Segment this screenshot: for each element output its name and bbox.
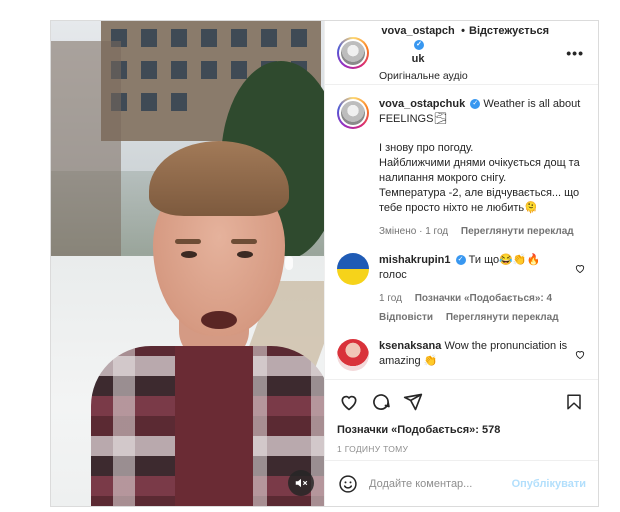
mute-toggle-button[interactable] [288, 470, 314, 496]
caption-avatar[interactable] [337, 97, 369, 129]
comment-item: ksenaksana Wow the pronunciation is amaz… [337, 339, 586, 371]
comment-time: 1 год [379, 293, 402, 304]
caption-line: Температура -2, але відчувається... що т… [379, 187, 580, 214]
more-options-icon[interactable]: ••• [566, 45, 584, 61]
audio-link[interactable]: Оригінальне аудіо [379, 70, 549, 82]
save-button[interactable] [562, 390, 586, 414]
share-icon [403, 393, 423, 411]
author-avatar[interactable] [337, 36, 369, 69]
separator-dot: • [461, 24, 465, 37]
commenter-avatar[interactable] [337, 253, 369, 285]
heart-icon[interactable] [574, 263, 586, 274]
muted-speaker-icon [295, 478, 308, 488]
caption: vova_ostapchuk ✓ Weather is all about FE… [337, 97, 586, 239]
caption-username[interactable]: vova_ostapchuk [379, 98, 465, 110]
see-translation-link[interactable]: Переглянути переклад [446, 312, 559, 323]
following-button[interactable]: Відстежується [469, 24, 549, 38]
comment-username[interactable]: mishakrupin1 [379, 254, 451, 266]
verified-badge-icon: ✓ [470, 99, 481, 110]
caption-line: І знову про погоду. [379, 142, 474, 154]
reply-button[interactable]: Відповісти [379, 312, 433, 323]
emoji-button[interactable] [337, 473, 359, 495]
comment-username[interactable]: ksenaksana [379, 340, 441, 352]
emoji-icon [339, 474, 357, 493]
comment-item: mishakrupin1 ✓ Ти що😂👏🔥 голос 1 год Позн… [337, 253, 586, 325]
verified-badge-icon: ✓ [414, 39, 425, 50]
video-person [91, 131, 324, 506]
like-button[interactable] [337, 390, 361, 414]
commenter-avatar[interactable] [337, 339, 369, 371]
post-timestamp: 1 ГОДИНУ ТОМУ [337, 444, 409, 454]
bookmark-icon [567, 394, 581, 410]
like-count[interactable]: Позначки «Подобається»: 578 [337, 424, 586, 436]
heart-icon [341, 395, 357, 411]
caption-edited-time: Змінено · 1 год [379, 226, 449, 237]
post-actions: Позначки «Подобається»: 578 1 ГОДИНУ ТОМ… [325, 379, 598, 460]
post-side-panel: vova_ostapch ✓ uk • Відстежується Оригін… [324, 21, 598, 506]
share-button[interactable] [401, 390, 425, 414]
verified-badge-icon: ✓ [455, 255, 466, 266]
caption-line: Найближчими днями очікується дощ та нали… [379, 157, 580, 184]
comments-list[interactable]: vova_ostapchuk ✓ Weather is all about FE… [325, 85, 598, 379]
post-video[interactable] [51, 21, 324, 506]
see-translation-link[interactable]: Переглянути переклад [461, 226, 574, 237]
heart-icon[interactable] [574, 349, 586, 360]
comment-input[interactable] [369, 477, 512, 490]
publish-button[interactable]: Опублікувати [512, 478, 586, 490]
comment-composer: Опублікувати [325, 460, 598, 506]
comment-button[interactable] [369, 390, 393, 414]
instagram-post-modal: vova_ostapch ✓ uk • Відстежується Оригін… [50, 20, 599, 507]
author-username[interactable]: vova_ostapch ✓ uk [379, 24, 457, 66]
comment-likes[interactable]: Позначки «Подобається»: 4 [415, 293, 552, 304]
comment-icon [373, 394, 390, 410]
post-header: vova_ostapch ✓ uk • Відстежується Оригін… [325, 21, 598, 85]
